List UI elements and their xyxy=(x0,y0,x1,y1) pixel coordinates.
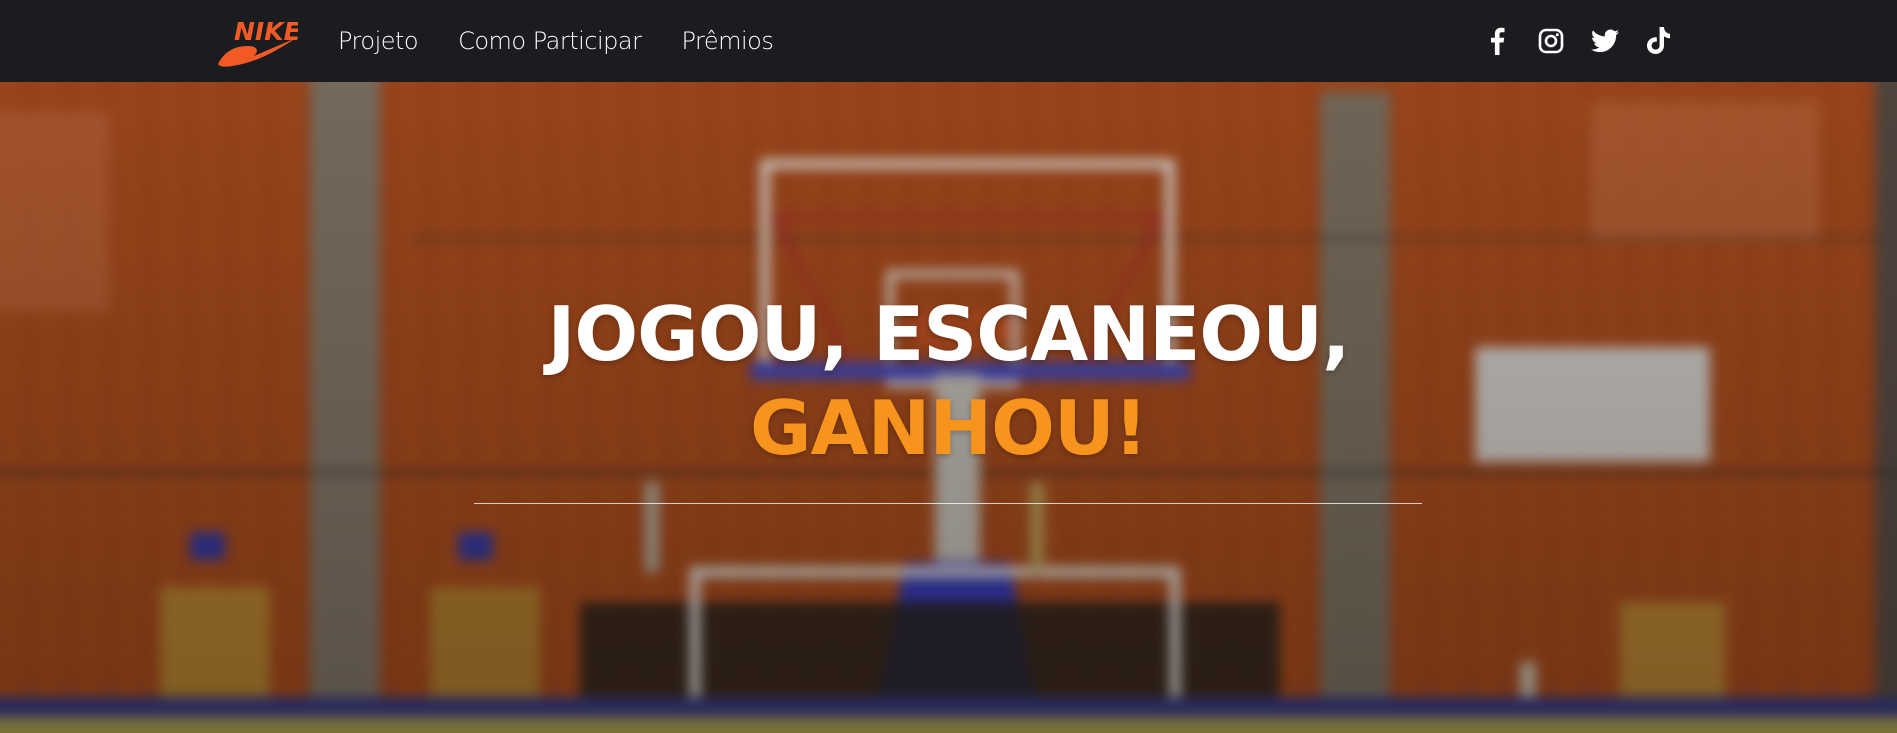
twitter-icon[interactable] xyxy=(1590,26,1620,56)
nav-link-projeto[interactable]: Projeto xyxy=(338,27,419,55)
social-links xyxy=(1482,0,1674,82)
top-navbar: NIKE Projeto Como Participar Prêmios xyxy=(0,0,1897,82)
hero-section: JOGOU, ESCANEOU, GANHOU! xyxy=(0,82,1897,733)
facebook-icon[interactable] xyxy=(1482,26,1512,56)
instagram-icon[interactable] xyxy=(1536,26,1566,56)
hero-divider xyxy=(474,503,1422,504)
nike-logo[interactable]: NIKE xyxy=(216,16,298,68)
main-nav: Projeto Como Participar Prêmios xyxy=(338,0,774,82)
tiktok-icon[interactable] xyxy=(1644,26,1674,56)
hero-headline: JOGOU, ESCANEOU, GANHOU! xyxy=(0,287,1897,475)
logo-wordmark: NIKE xyxy=(234,17,298,46)
nav-link-premios[interactable]: Prêmios xyxy=(681,27,773,55)
nav-link-como-participar[interactable]: Como Participar xyxy=(458,27,642,55)
headline-line-2: GANHOU! xyxy=(749,384,1148,472)
headline-line-1: JOGOU, ESCANEOU, xyxy=(547,290,1351,378)
